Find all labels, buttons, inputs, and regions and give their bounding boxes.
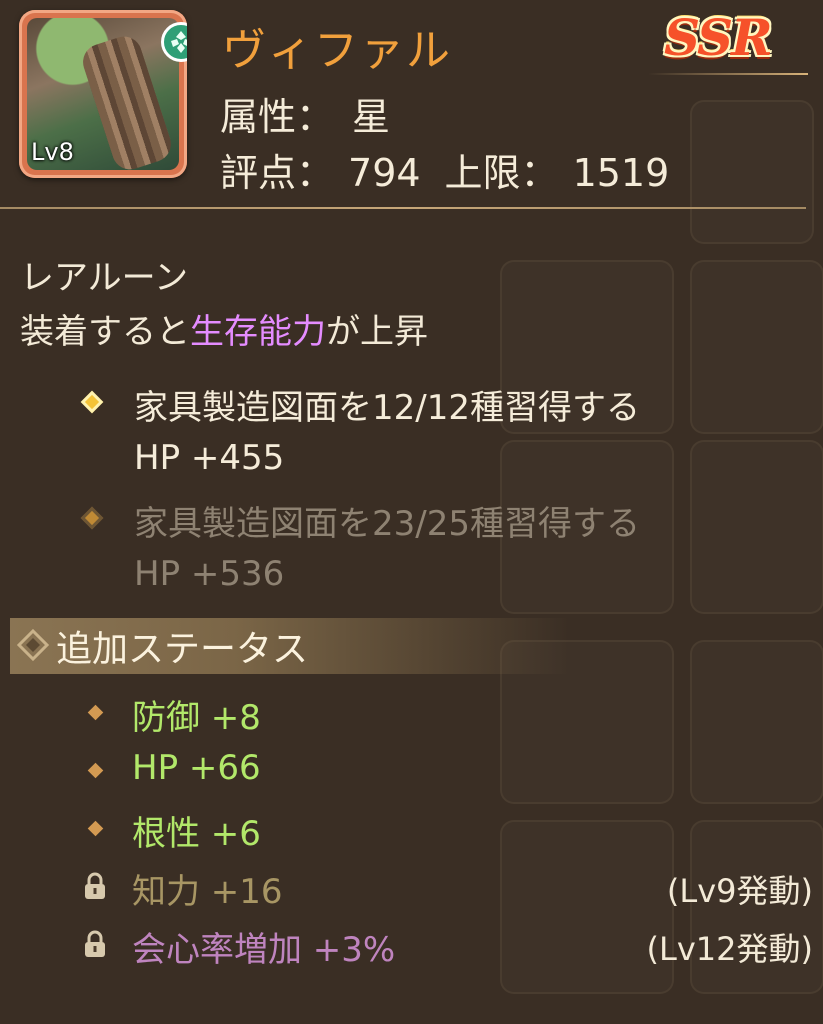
condition-title: 家具製造図面を23/25種習得する xyxy=(134,504,640,544)
effect-suffix: が上昇 xyxy=(326,312,428,352)
ornament-icon xyxy=(16,628,50,662)
section-title: 追加ステータス xyxy=(56,629,309,670)
effect-prefix: 装着すると xyxy=(20,312,190,352)
stat-label: HP +66 xyxy=(132,748,261,788)
diamond-achieved-icon xyxy=(80,390,104,414)
lock-icon xyxy=(85,872,105,899)
limit-label: 上限： xyxy=(444,151,559,195)
unlock-condition: (Lv9発動) xyxy=(666,872,813,910)
header-divider xyxy=(0,207,806,209)
bullet-icon xyxy=(87,762,104,779)
condition-title: 家具製造図面を12/12種習得する xyxy=(134,388,640,428)
rune-icon: Lv8 xyxy=(19,10,187,178)
item-name: ヴィファル xyxy=(222,25,452,76)
bullet-icon xyxy=(87,820,104,837)
stat-label: 防御 +8 xyxy=(132,698,261,738)
attribute-line: 属性： 星 xyxy=(220,86,390,141)
limit-value: 1519 xyxy=(572,151,670,195)
level-badge: Lv8 xyxy=(31,138,74,166)
stat-label: 会心率増加 +3% xyxy=(132,930,396,970)
diamond-pending-icon xyxy=(80,506,104,530)
lock-icon xyxy=(85,930,105,957)
score-label: 評点： xyxy=(220,151,335,195)
rarity-badge: SSR xyxy=(664,8,773,67)
attribute-label: 属性： xyxy=(220,95,335,139)
condition-value: HP +536 xyxy=(134,554,285,594)
condition-value: HP +455 xyxy=(134,438,285,478)
effect-highlight: 生存能力 xyxy=(190,312,326,352)
attribute-value: 星 xyxy=(352,95,391,139)
stat-label: 根性 +6 xyxy=(132,814,261,854)
bullet-icon xyxy=(87,704,104,721)
score-value: 794 xyxy=(348,151,421,195)
rune-effect: 装着すると生存能力が上昇 xyxy=(20,304,428,353)
rune-type: レアルーン xyxy=(20,258,188,298)
unlock-condition: (Lv12発動) xyxy=(646,930,813,968)
rarity-underline xyxy=(648,73,808,75)
stat-label: 知力 +16 xyxy=(132,872,283,912)
score-line: 評点： 794 上限： 1519 xyxy=(220,142,669,197)
